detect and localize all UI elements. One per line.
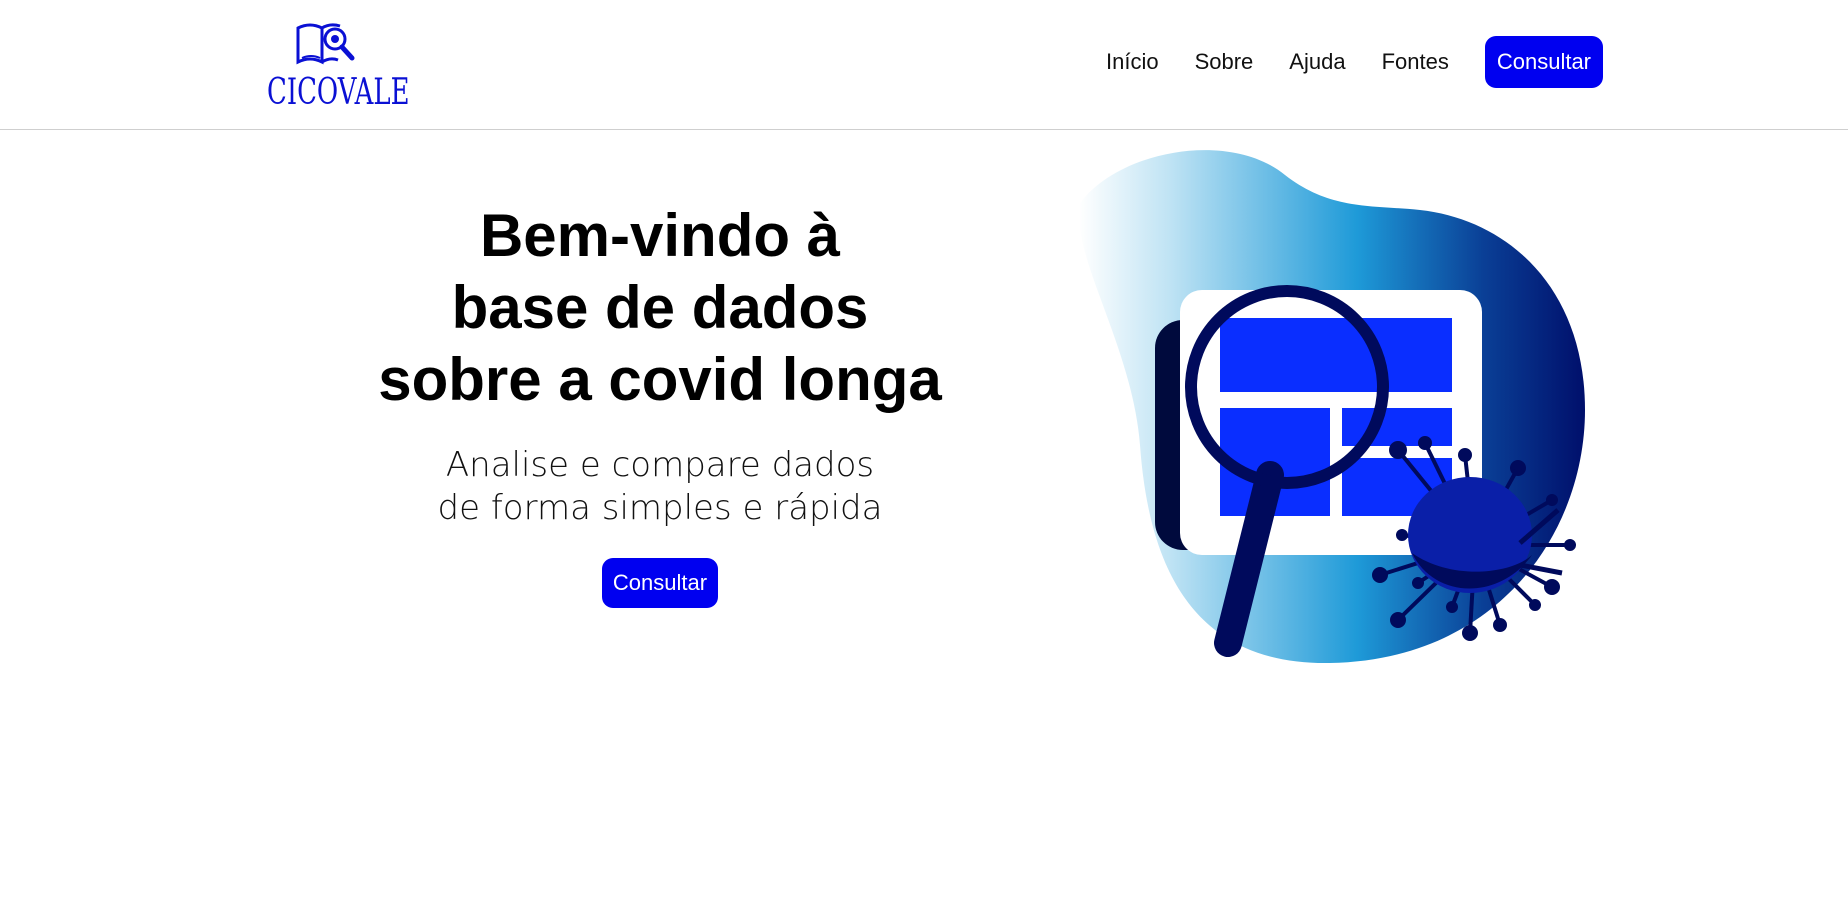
hero-subtitle-line-1: Analise e compare dados xyxy=(445,445,875,485)
nav-consultar-button[interactable]: Consultar xyxy=(1484,36,1603,88)
nav-link-fontes[interactable]: Fontes xyxy=(1382,36,1449,88)
hero-title: Bem-vindo à base de dados sobre a covid … xyxy=(330,200,990,416)
nav-link-inicio[interactable]: Início xyxy=(1106,36,1159,88)
book-magnifier-logo-icon xyxy=(296,23,355,65)
hero-section: Bem-vindo à base de dados sobre a covid … xyxy=(330,200,990,608)
logo-wordmark: CICOVALE xyxy=(267,72,410,113)
main-nav: Início Sobre Ajuda Fontes Consultar xyxy=(1106,36,1603,88)
hero-illustration xyxy=(1080,150,1585,664)
hero-consultar-button[interactable]: Consultar xyxy=(601,558,719,608)
hero-title-line-1: Bem-vindo à xyxy=(479,202,841,269)
top-navbar: CICOVALE Início Sobre Ajuda Fontes Consu… xyxy=(0,0,1848,130)
nav-link-sobre[interactable]: Sobre xyxy=(1195,36,1254,88)
hero-title-line-3: sobre a covid longa xyxy=(378,346,942,413)
hero-subtitle: Analise e compare dados de forma simples… xyxy=(330,444,990,530)
nav-link-ajuda[interactable]: Ajuda xyxy=(1289,36,1345,88)
hero-subtitle-line-2: de forma simples e rápida xyxy=(437,488,883,528)
hero-title-line-2: base de dados xyxy=(451,274,869,341)
site-logo[interactable]: CICOVALE xyxy=(264,22,410,113)
